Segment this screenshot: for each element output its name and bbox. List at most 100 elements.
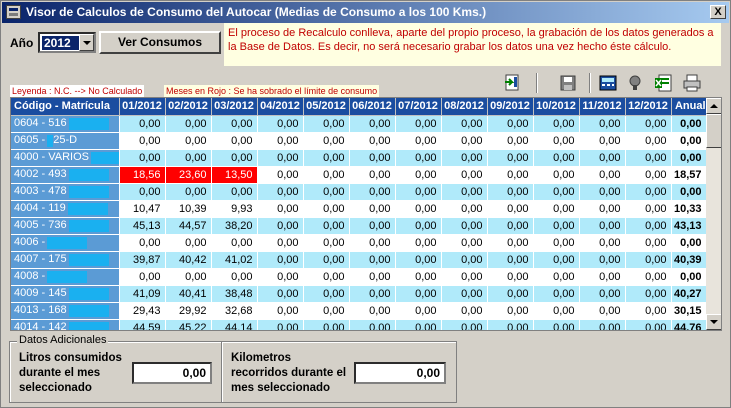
annual-value-cell[interactable]: 18,57 [671, 166, 707, 184]
column-header-month[interactable]: 10/2012 [533, 98, 580, 116]
vehicle-code-cell[interactable]: 4009 - 145 [11, 285, 120, 303]
month-value-cell[interactable]: 0,00 [625, 132, 672, 150]
month-value-cell[interactable]: 0,00 [533, 251, 580, 269]
table-row[interactable]: 4013 - 168 29,43 29,92 32,68 0,00 0,00 0,00 0,0… [11, 302, 707, 320]
month-value-cell[interactable]: 10,39 [165, 200, 212, 218]
month-value-cell[interactable]: 0,00 [257, 166, 304, 184]
month-value-cell[interactable]: 0,00 [579, 268, 626, 286]
month-value-cell[interactable]: 0,00 [395, 132, 442, 150]
month-value-cell[interactable]: 0,00 [579, 149, 626, 167]
month-value-cell[interactable]: 44,14 [211, 319, 258, 330]
column-header-month[interactable]: 01/2012 [119, 98, 166, 116]
month-value-cell[interactable]: 0,00 [487, 200, 534, 218]
table-row[interactable]: 4014 - 142 44,59 45,22 44,14 0,00 0,00 0,00 0,0… [11, 319, 707, 330]
month-value-cell[interactable]: 0,00 [533, 319, 580, 330]
table-row[interactable]: 4006 -0,00 0,00 0,00 0,00 0,00 0,00 0,00 0,00 0,… [11, 234, 707, 252]
table-row[interactable]: 4008 -0,00 0,00 0,00 0,00 0,00 0,00 0,00 0,00 0,… [11, 268, 707, 286]
month-value-cell[interactable]: 29,92 [165, 302, 212, 320]
month-value-cell[interactable]: 0,00 [441, 251, 488, 269]
month-value-cell[interactable]: 38,20 [211, 217, 258, 235]
calculator-icon[interactable] [594, 71, 622, 95]
month-value-cell[interactable]: 0,00 [303, 132, 350, 150]
month-value-cell[interactable]: 0,00 [303, 285, 350, 303]
annual-value-cell[interactable]: 40,27 [671, 285, 707, 303]
month-value-cell[interactable]: 0,00 [579, 115, 626, 133]
month-value-cell[interactable]: 0,00 [533, 217, 580, 235]
month-value-cell[interactable]: 0,00 [349, 183, 396, 201]
month-value-cell[interactable]: 0,00 [625, 217, 672, 235]
month-value-cell[interactable]: 0,00 [625, 302, 672, 320]
month-value-cell[interactable]: 0,00 [257, 234, 304, 252]
month-value-cell[interactable]: 0,00 [303, 166, 350, 184]
month-value-cell[interactable]: 0,00 [211, 183, 258, 201]
vehicle-code-cell[interactable]: 4014 - 142 [11, 319, 120, 330]
month-value-cell[interactable]: 0,00 [441, 268, 488, 286]
year-select[interactable]: 2012 [38, 32, 96, 53]
export-icon[interactable] [499, 71, 527, 95]
vertical-scrollbar[interactable] [706, 98, 721, 330]
month-value-cell[interactable]: 0,00 [257, 200, 304, 218]
month-value-cell[interactable]: 0,00 [349, 149, 396, 167]
annual-value-cell[interactable]: 0,00 [671, 149, 707, 167]
annual-value-cell[interactable]: 30,15 [671, 302, 707, 320]
month-value-cell[interactable]: 0,00 [441, 166, 488, 184]
table-row[interactable]: 0605 -25-D 0,00 0,00 0,00 0,00 0,00 0,00 0,00 0,… [11, 132, 707, 150]
month-value-cell[interactable]: 0,00 [257, 251, 304, 269]
month-value-cell[interactable]: 0,00 [395, 217, 442, 235]
month-value-cell[interactable]: 0,00 [579, 217, 626, 235]
month-value-cell[interactable]: 0,00 [303, 319, 350, 330]
month-value-cell[interactable]: 0,00 [441, 149, 488, 167]
month-value-cell[interactable]: 0,00 [533, 149, 580, 167]
month-value-cell[interactable]: 0,00 [349, 200, 396, 218]
month-value-cell[interactable]: 0,00 [579, 132, 626, 150]
month-value-cell[interactable]: 0,00 [533, 200, 580, 218]
month-value-cell[interactable]: 40,41 [165, 285, 212, 303]
month-value-cell[interactable]: 0,00 [625, 149, 672, 167]
month-value-cell[interactable]: 0,00 [119, 268, 166, 286]
month-value-cell[interactable]: 0,00 [487, 217, 534, 235]
scroll-thumb[interactable] [706, 114, 721, 148]
month-value-cell[interactable]: 0,00 [625, 115, 672, 133]
month-value-cell[interactable]: 0,00 [533, 302, 580, 320]
month-value-cell[interactable]: 0,00 [487, 302, 534, 320]
vehicle-code-cell[interactable]: 4006 - [11, 234, 120, 252]
month-value-cell[interactable]: 0,00 [165, 132, 212, 150]
month-value-cell[interactable]: 41,02 [211, 251, 258, 269]
chevron-down-icon[interactable] [79, 34, 94, 51]
vehicle-code-cell[interactable]: 4003 - 478 [11, 183, 120, 201]
month-value-cell[interactable]: 0,00 [533, 285, 580, 303]
annual-value-cell[interactable]: 40,39 [671, 251, 707, 269]
month-value-cell[interactable]: 0,00 [625, 285, 672, 303]
month-value-cell[interactable]: 0,00 [257, 149, 304, 167]
month-value-cell[interactable]: 0,00 [441, 285, 488, 303]
vehicle-code-cell[interactable]: 4002 - 493 [11, 166, 120, 184]
month-value-cell[interactable]: 0,00 [257, 285, 304, 303]
vehicle-code-cell[interactable]: 4004 - 119 [11, 200, 120, 218]
month-value-cell[interactable]: 0,00 [487, 115, 534, 133]
month-value-cell[interactable]: 0,00 [349, 302, 396, 320]
month-value-cell[interactable]: 0,00 [395, 268, 442, 286]
month-value-cell[interactable]: 0,00 [165, 234, 212, 252]
table-row[interactable]: 4009 - 145 41,09 40,41 38,48 0,00 0,00 0,00 0,0… [11, 285, 707, 303]
month-value-cell[interactable]: 0,00 [349, 268, 396, 286]
month-value-cell[interactable]: 0,00 [487, 319, 534, 330]
month-value-cell[interactable]: 32,68 [211, 302, 258, 320]
month-value-cell[interactable]: 0,00 [395, 285, 442, 303]
month-value-cell[interactable]: 0,00 [395, 234, 442, 252]
month-value-cell[interactable]: 0,00 [533, 115, 580, 133]
month-value-cell[interactable]: 0,00 [441, 115, 488, 133]
month-value-cell[interactable]: 0,00 [533, 166, 580, 184]
month-value-cell[interactable]: 0,00 [303, 302, 350, 320]
month-value-cell[interactable]: 0,00 [533, 132, 580, 150]
column-header-month[interactable]: 05/2012 [303, 98, 350, 116]
print-preview-icon[interactable] [621, 71, 649, 95]
save-icon[interactable] [554, 71, 582, 95]
month-value-cell[interactable]: 0,00 [441, 319, 488, 330]
month-value-cell[interactable]: 0,00 [579, 302, 626, 320]
month-value-cell[interactable]: 0,00 [487, 268, 534, 286]
month-value-cell[interactable]: 0,00 [441, 183, 488, 201]
month-value-cell[interactable]: 0,00 [165, 115, 212, 133]
month-value-cell[interactable]: 38,48 [211, 285, 258, 303]
column-header-month[interactable]: 12/2012 [625, 98, 672, 116]
month-value-cell[interactable]: 0,00 [119, 132, 166, 150]
